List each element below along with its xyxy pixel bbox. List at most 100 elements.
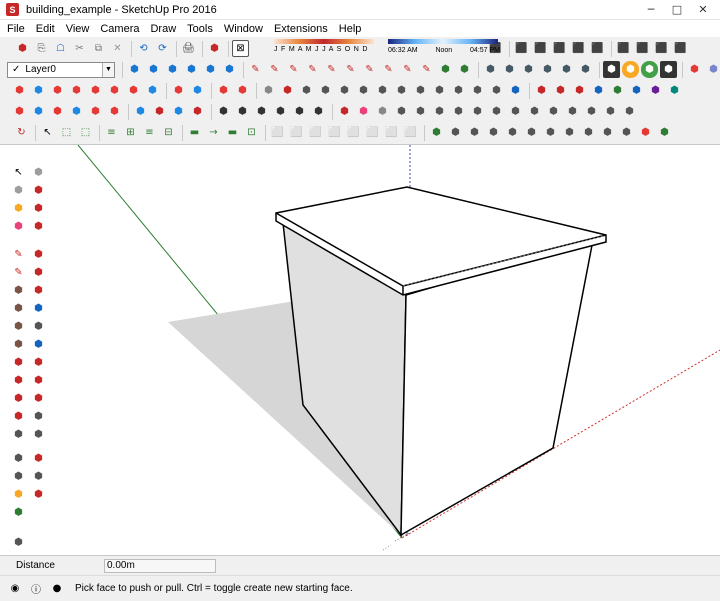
mesh-12-icon[interactable]: ⬢ bbox=[545, 103, 562, 120]
back-view-icon[interactable]: ⬛ bbox=[570, 40, 587, 57]
3d-text-icon[interactable]: ⬢ bbox=[30, 468, 47, 485]
menu-window[interactable]: Window bbox=[224, 23, 263, 35]
orbit-tool-icon[interactable]: ↻ bbox=[13, 124, 30, 141]
go-icon[interactable]: ⬢ bbox=[641, 61, 658, 78]
menu-edit[interactable]: Edit bbox=[36, 23, 55, 35]
shape-9-icon[interactable]: ⬢ bbox=[450, 82, 467, 99]
tape-tool-icon[interactable]: ⬢ bbox=[10, 426, 27, 443]
view-5-icon[interactable]: ⬢ bbox=[504, 124, 521, 141]
building-3-icon[interactable]: ⬢ bbox=[253, 103, 270, 120]
warehouse-icon[interactable]: ⬢ bbox=[603, 61, 620, 78]
maximize-button[interactable]: □ bbox=[664, 1, 690, 18]
walk-tool-icon[interactable]: ⬢ bbox=[10, 534, 27, 551]
mesh-2-icon[interactable]: ⬢ bbox=[355, 103, 372, 120]
mesh-6-icon[interactable]: ⬢ bbox=[431, 103, 448, 120]
model-viewport[interactable] bbox=[73, 145, 720, 555]
open-file-icon[interactable]: ⎘ bbox=[33, 40, 50, 57]
shape-8-icon[interactable]: ⬢ bbox=[431, 82, 448, 99]
grid-3-icon[interactable]: ⬜ bbox=[307, 124, 324, 141]
grid-7-icon[interactable]: ⬜ bbox=[383, 124, 400, 141]
mesh-13-icon[interactable]: ⬢ bbox=[564, 103, 581, 120]
push-pull-tool-icon[interactable]: ⬢ bbox=[30, 200, 47, 217]
view-2-icon[interactable]: ⬢ bbox=[447, 124, 464, 141]
offset-tool-icon[interactable]: ⬢ bbox=[30, 282, 47, 299]
select-crossing-icon[interactable]: ⬚ bbox=[77, 124, 94, 141]
rotate-tool-icon[interactable]: ⬢ bbox=[30, 218, 47, 235]
building-4-icon[interactable]: ⬢ bbox=[272, 103, 289, 120]
protractor-icon[interactable]: ⬢ bbox=[10, 468, 27, 485]
menu-draw[interactable]: Draw bbox=[150, 23, 176, 35]
shape-7-icon[interactable]: ⬢ bbox=[412, 82, 429, 99]
solid-6-icon[interactable]: ⬢ bbox=[106, 82, 123, 99]
zoom-window-icon[interactable]: ⬢ bbox=[30, 336, 47, 353]
tool-f-icon[interactable]: ⬢ bbox=[628, 82, 645, 99]
copy-icon[interactable]: ⧉ bbox=[90, 40, 107, 57]
tool-c-icon[interactable]: ⬢ bbox=[571, 82, 588, 99]
style-3-icon[interactable]: ⬢ bbox=[520, 61, 537, 78]
sketchup-app-icon[interactable]: S bbox=[6, 3, 19, 16]
print-icon[interactable]: 🖨 bbox=[180, 40, 197, 57]
menu-view[interactable]: View bbox=[66, 23, 90, 35]
pie-tool-icon[interactable]: ⬢ bbox=[10, 408, 27, 425]
edit-10-icon[interactable]: ⬢ bbox=[189, 103, 206, 120]
grid-5-icon[interactable]: ⬜ bbox=[345, 124, 362, 141]
edit-2-icon[interactable]: ⬢ bbox=[30, 103, 47, 120]
circle-icon[interactable]: ⬢ bbox=[10, 318, 27, 335]
tape-icon[interactable]: ⬢ bbox=[215, 82, 232, 99]
tool-h-icon[interactable]: ⬢ bbox=[666, 82, 683, 99]
solid-7-icon[interactable]: ⬢ bbox=[125, 82, 142, 99]
geo-location-icon[interactable]: ◉ bbox=[9, 583, 21, 595]
orbit-left-icon[interactable]: ⬢ bbox=[30, 300, 47, 317]
solid-8-icon[interactable]: ⬢ bbox=[144, 82, 161, 99]
zoom-tool-icon[interactable]: ⬢ bbox=[30, 164, 47, 181]
mesh-16-icon[interactable]: ⬢ bbox=[621, 103, 638, 120]
tool-9-icon[interactable]: ✎ bbox=[399, 61, 416, 78]
style-2-icon[interactable]: ⬢ bbox=[501, 61, 518, 78]
rectangle-icon[interactable]: ⬢ bbox=[10, 282, 27, 299]
scale-tool-icon[interactable]: ⬢ bbox=[30, 264, 47, 281]
position-camera-icon[interactable]: ⬢ bbox=[30, 372, 47, 389]
move-tool-icon[interactable]: ⬢ bbox=[30, 182, 47, 199]
smoove-icon[interactable]: ⬢ bbox=[164, 61, 181, 78]
mesh-8-icon[interactable]: ⬢ bbox=[469, 103, 486, 120]
select-tool-icon[interactable]: ↖ bbox=[10, 164, 27, 181]
drape-icon[interactable]: ⬢ bbox=[202, 61, 219, 78]
terrain-icon[interactable]: ⬢ bbox=[456, 61, 473, 78]
line-tool-icon[interactable]: ✎ bbox=[10, 246, 27, 263]
solid-3-icon[interactable]: ⬢ bbox=[49, 82, 66, 99]
select-window-icon[interactable]: ⬚ bbox=[58, 124, 75, 141]
grid-6-icon[interactable]: ⬜ bbox=[364, 124, 381, 141]
tool-a-icon[interactable]: ⬢ bbox=[533, 82, 550, 99]
shape-11-icon[interactable]: ⬢ bbox=[488, 82, 505, 99]
menu-file[interactable]: File bbox=[7, 23, 25, 35]
ruby-icon[interactable]: ⬢ bbox=[686, 61, 703, 78]
shape-4-icon[interactable]: ⬢ bbox=[355, 82, 372, 99]
line-2-icon[interactable]: ▬ bbox=[224, 124, 241, 141]
mesh-5-icon[interactable]: ⬢ bbox=[412, 103, 429, 120]
align-3-icon[interactable]: ≡ bbox=[141, 124, 158, 141]
sandbox-scratch-icon[interactable]: ⬢ bbox=[145, 61, 162, 78]
redo-icon[interactable]: ⟳ bbox=[154, 40, 171, 57]
warehouse-tool-icon[interactable]: ⬢ bbox=[30, 486, 47, 503]
menu-extensions[interactable]: Extensions bbox=[274, 23, 328, 35]
minimize-button[interactable]: ─ bbox=[638, 1, 664, 18]
component-icon[interactable]: ⬢ bbox=[705, 61, 720, 78]
style-4-icon[interactable]: ⬢ bbox=[539, 61, 556, 78]
section-display-icon[interactable]: ✎ bbox=[285, 61, 302, 78]
shape-2-icon[interactable]: ⬢ bbox=[317, 82, 334, 99]
menu-tools[interactable]: Tools bbox=[187, 23, 213, 35]
dimension-tool-icon[interactable]: ⬢ bbox=[10, 450, 27, 467]
add-detail-icon[interactable]: ⬢ bbox=[221, 61, 238, 78]
edit-3-icon[interactable]: ⬢ bbox=[49, 103, 66, 120]
text-tool-icon[interactable]: ⬢ bbox=[10, 486, 27, 503]
shape-6-icon[interactable]: ⬢ bbox=[393, 82, 410, 99]
shape-12-icon[interactable]: ⬢ bbox=[507, 82, 524, 99]
mesh-9-icon[interactable]: ⬢ bbox=[488, 103, 505, 120]
line-1-icon[interactable]: ▬ bbox=[186, 124, 203, 141]
cut-icon[interactable]: ✂ bbox=[71, 40, 88, 57]
undo-icon[interactable]: ⟲ bbox=[135, 40, 152, 57]
arc2-tool-icon[interactable]: ⬢ bbox=[10, 372, 27, 389]
shape-10-icon[interactable]: ⬢ bbox=[469, 82, 486, 99]
arc3-tool-icon[interactable]: ⬢ bbox=[10, 390, 27, 407]
month-slider[interactable] bbox=[274, 39, 374, 44]
